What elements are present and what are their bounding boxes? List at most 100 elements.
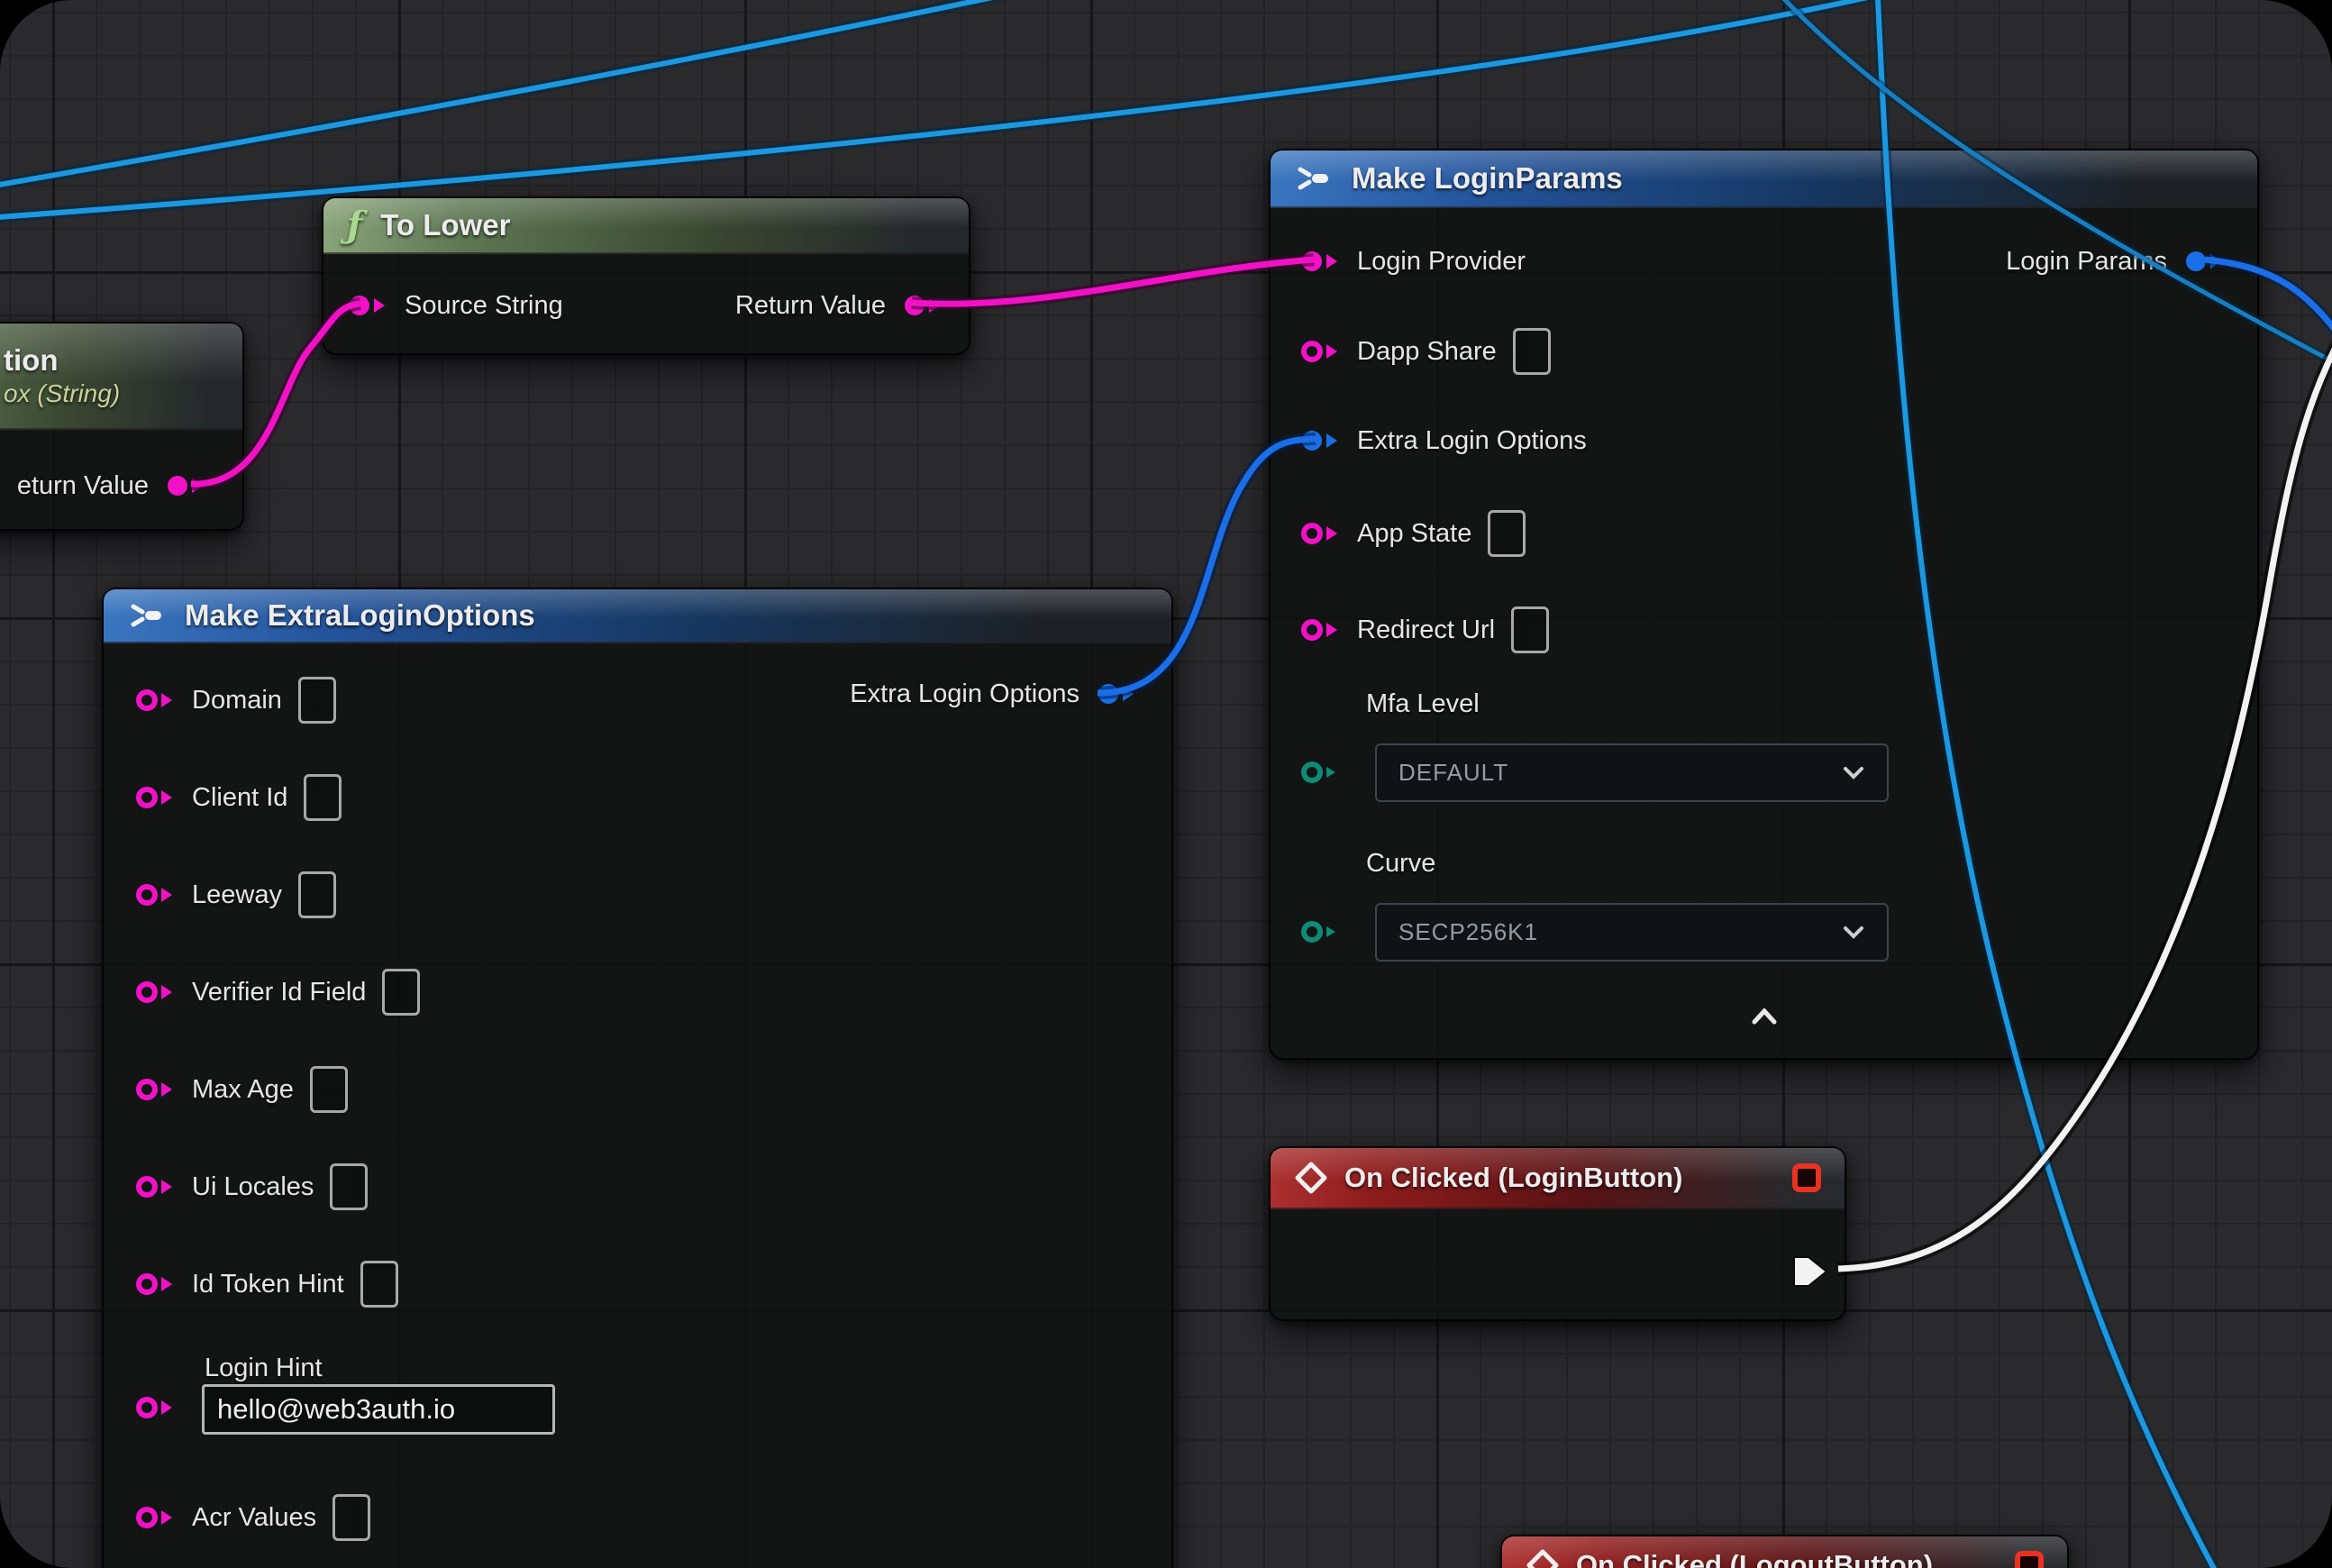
curve-dropdown[interactable]: SECP256K1 xyxy=(1375,903,1889,962)
text-value-box[interactable] xyxy=(1488,510,1526,557)
node-make-extra-login-options[interactable]: Make ExtraLoginOptions Extra Login Optio… xyxy=(102,588,1173,1568)
pin-row-login-provider: Login Provider xyxy=(1299,237,1526,286)
pin-label: Login Params xyxy=(2006,247,2167,277)
pin-label: Source String xyxy=(405,291,563,321)
delegate-pin[interactable] xyxy=(2015,1551,2044,1568)
enum-input-pin-icon[interactable] xyxy=(1299,758,1341,787)
exec-output-pin-icon[interactable] xyxy=(1790,1253,1832,1290)
wire-string-tolower-to-loginprovider xyxy=(912,260,1314,304)
pin-row-redirect-url: Redirect Url xyxy=(1299,606,1549,654)
login-hint-label: Login Hint xyxy=(205,1354,323,1383)
struct-input-pin-icon[interactable] xyxy=(1299,426,1341,455)
node-header[interactable]: Make LoginParams xyxy=(1271,150,2257,208)
pin-row-login-params-out: Login Params xyxy=(2006,237,2225,286)
string-input-pin-icon[interactable] xyxy=(1299,615,1341,644)
pin-row-verifier-id-field: Verifier Id Field xyxy=(134,968,420,1016)
pin-row-client-id: Client Id xyxy=(134,773,342,822)
text-value-box[interactable] xyxy=(298,871,336,918)
text-value-box[interactable] xyxy=(298,677,336,724)
pin-label: Client Id xyxy=(192,783,287,813)
enum-input-pin-icon[interactable] xyxy=(1299,917,1341,946)
text-value-box[interactable] xyxy=(1511,606,1549,653)
mfa-level-label: Mfa Level xyxy=(1366,689,1480,719)
text-value-box[interactable] xyxy=(304,774,342,821)
pin-label: Domain xyxy=(192,686,282,716)
function-icon: ƒ xyxy=(347,207,362,243)
string-input-pin-icon[interactable] xyxy=(1299,337,1341,366)
pin-label: Verifier Id Field xyxy=(192,978,366,1007)
struct-output-pin-icon[interactable] xyxy=(2183,247,2225,276)
pin-row-return-value: eturn Value xyxy=(17,461,206,510)
node-header[interactable]: On Clicked (LoginButton) xyxy=(1271,1148,1845,1209)
pin-row-max-age: Max Age xyxy=(134,1065,348,1114)
text-value-box[interactable] xyxy=(1513,328,1551,375)
pin-row-ui-locales: Ui Locales xyxy=(134,1162,368,1211)
string-input-pin-icon[interactable] xyxy=(1299,247,1341,276)
node-make-login-params[interactable]: Make LoginParams Login Provider Login Pa… xyxy=(1269,149,2259,1060)
pin-label: Id Token Hint xyxy=(192,1270,344,1299)
pin-label: Redirect Url xyxy=(1357,615,1495,645)
pin-label: Acr Values xyxy=(192,1503,316,1533)
pin-label: Extra Login Options xyxy=(1357,426,1587,456)
login-hint-input[interactable] xyxy=(202,1384,555,1435)
node-header[interactable]: ƒ To Lower xyxy=(323,198,969,254)
make-struct-icon xyxy=(1294,165,1334,192)
string-input-pin-icon[interactable] xyxy=(134,1075,176,1104)
string-input-pin-icon[interactable] xyxy=(134,880,176,909)
pin-row-dapp-share: Dapp Share xyxy=(1299,327,1551,376)
text-value-box[interactable] xyxy=(360,1261,398,1308)
string-input-pin-icon[interactable] xyxy=(134,1503,176,1532)
pin-label: Return Value xyxy=(735,291,886,321)
text-value-box[interactable] xyxy=(332,1494,370,1541)
node-subtitle: ox (String) xyxy=(4,379,120,408)
pin-label: Leeway xyxy=(192,880,282,910)
struct-output-pin-icon[interactable] xyxy=(1096,679,1137,708)
text-value-box[interactable] xyxy=(310,1066,348,1113)
pin-row-extra-login-options-out: Extra Login Options xyxy=(850,670,1137,718)
collapse-node-chevron-icon[interactable] xyxy=(1749,1007,1780,1026)
event-diamond-icon xyxy=(1526,1548,1560,1568)
curve-label: Curve xyxy=(1366,849,1435,879)
string-input-pin-icon[interactable] xyxy=(134,1270,176,1299)
node-on-clicked-logout-button[interactable]: On Clicked (LogoutButton) xyxy=(1500,1535,2069,1568)
pin-row-return-value: Return Value xyxy=(735,281,943,330)
dropdown-value: DEFAULT xyxy=(1398,759,1508,787)
node-header[interactable]: On Clicked (LogoutButton) xyxy=(1502,1536,2067,1568)
pin-label: Dapp Share xyxy=(1357,337,1497,367)
string-output-pin-icon[interactable] xyxy=(165,471,206,500)
node-title: Make LoginParams xyxy=(1352,161,1623,196)
chevron-down-icon xyxy=(1842,765,1865,781)
string-input-pin-icon[interactable] xyxy=(134,1393,176,1422)
delegate-pin[interactable] xyxy=(1792,1163,1821,1192)
pin-label: Max Age xyxy=(192,1075,294,1105)
string-input-pin-icon[interactable] xyxy=(1299,519,1341,548)
mfa-level-dropdown[interactable]: DEFAULT xyxy=(1375,743,1889,802)
pin-row-source-string: Source String xyxy=(347,281,563,330)
pin-label: App State xyxy=(1357,519,1471,549)
pin-label: Extra Login Options xyxy=(850,679,1079,709)
node-title: Make ExtraLoginOptions xyxy=(185,598,535,633)
string-input-pin-icon[interactable] xyxy=(134,783,176,812)
text-value-box[interactable] xyxy=(330,1163,368,1210)
string-input-pin-icon[interactable] xyxy=(347,291,388,320)
pin-row-id-token-hint: Id Token Hint xyxy=(134,1260,398,1308)
node-string-source-partial[interactable]: tion ox (String) eturn Value xyxy=(0,322,244,531)
pin-label: eturn Value xyxy=(17,471,149,501)
event-diamond-icon xyxy=(1294,1161,1328,1195)
string-input-pin-icon[interactable] xyxy=(134,978,176,1007)
pin-row-domain: Domain xyxy=(134,676,336,725)
node-title: tion xyxy=(4,343,58,378)
string-input-pin-icon[interactable] xyxy=(134,1172,176,1201)
node-on-clicked-login-button[interactable]: On Clicked (LoginButton) xyxy=(1269,1146,1846,1321)
string-output-pin-icon[interactable] xyxy=(902,291,943,320)
node-header[interactable]: tion ox (String) xyxy=(0,324,242,430)
node-to-lower[interactable]: ƒ To Lower Source String Return Value xyxy=(322,196,970,355)
pin-row-leeway: Leeway xyxy=(134,871,336,919)
text-value-box[interactable] xyxy=(382,969,420,1016)
blueprint-graph-canvas[interactable]: tion ox (String) eturn Value ƒ To Lower … xyxy=(0,0,2332,1568)
pin-row-acr-values: Acr Values xyxy=(134,1493,370,1542)
node-header[interactable]: Make ExtraLoginOptions xyxy=(104,589,1171,643)
string-input-pin-icon[interactable] xyxy=(134,686,176,715)
pin-label: Login Provider xyxy=(1357,247,1526,277)
dropdown-value: SECP256K1 xyxy=(1398,918,1538,946)
